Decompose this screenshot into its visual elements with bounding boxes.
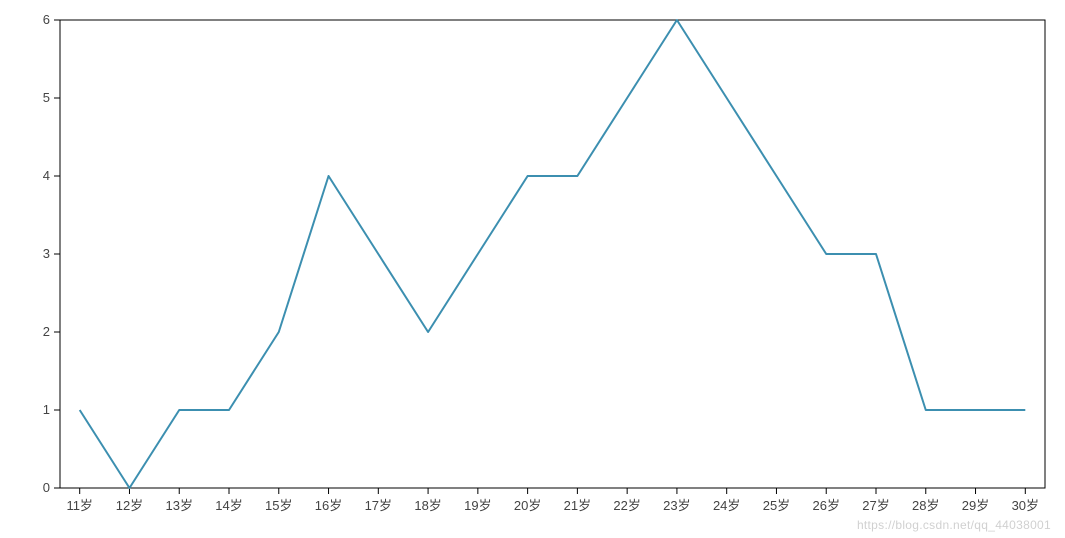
x-tick-label: 23岁: [663, 498, 690, 513]
y-tick-label: 4: [43, 168, 50, 183]
y-tick-label: 2: [43, 324, 50, 339]
x-tick-label: 24岁: [713, 498, 740, 513]
x-tick-label: 29岁: [962, 498, 989, 513]
data-line: [80, 20, 1026, 488]
x-tick-label: 11岁: [66, 498, 93, 513]
x-tick-label: 28岁: [912, 498, 939, 513]
line-chart: 0 1 2 3 4 5 6 11岁 12岁 13岁 14岁 15岁 16岁 17岁 18岁 19岁 20岁 21岁…: [0, 0, 1065, 538]
y-tick-label: 0: [43, 480, 50, 495]
y-tick-label: 6: [43, 12, 50, 27]
y-tick-label: 5: [43, 90, 50, 105]
x-tick-label: 17岁: [365, 498, 392, 513]
x-tick-label: 26岁: [812, 498, 839, 513]
y-tick-label: 1: [43, 402, 50, 417]
x-tick-label: 22岁: [613, 498, 640, 513]
x-tick-label: 19岁: [464, 498, 491, 513]
x-tick-label: 13岁: [166, 498, 193, 513]
x-tick-label: 14岁: [215, 498, 242, 513]
x-tick-label: 18岁: [414, 498, 441, 513]
x-tick-label: 21岁: [564, 498, 591, 513]
plot-border: [60, 20, 1045, 488]
x-tick-label: 12岁: [116, 498, 143, 513]
x-tick-label: 30岁: [1012, 498, 1039, 513]
x-tick-label: 25岁: [763, 498, 790, 513]
chart-container: 0 1 2 3 4 5 6 11岁 12岁 13岁 14岁 15岁 16岁 17岁 18岁 19岁 20岁 21岁…: [0, 0, 1065, 538]
x-tick-label: 16岁: [315, 498, 342, 513]
x-tick-label: 27岁: [862, 498, 889, 513]
y-tick-label: 3: [43, 246, 50, 261]
x-tick-label: 15岁: [265, 498, 292, 513]
x-tick-label: 20岁: [514, 498, 541, 513]
